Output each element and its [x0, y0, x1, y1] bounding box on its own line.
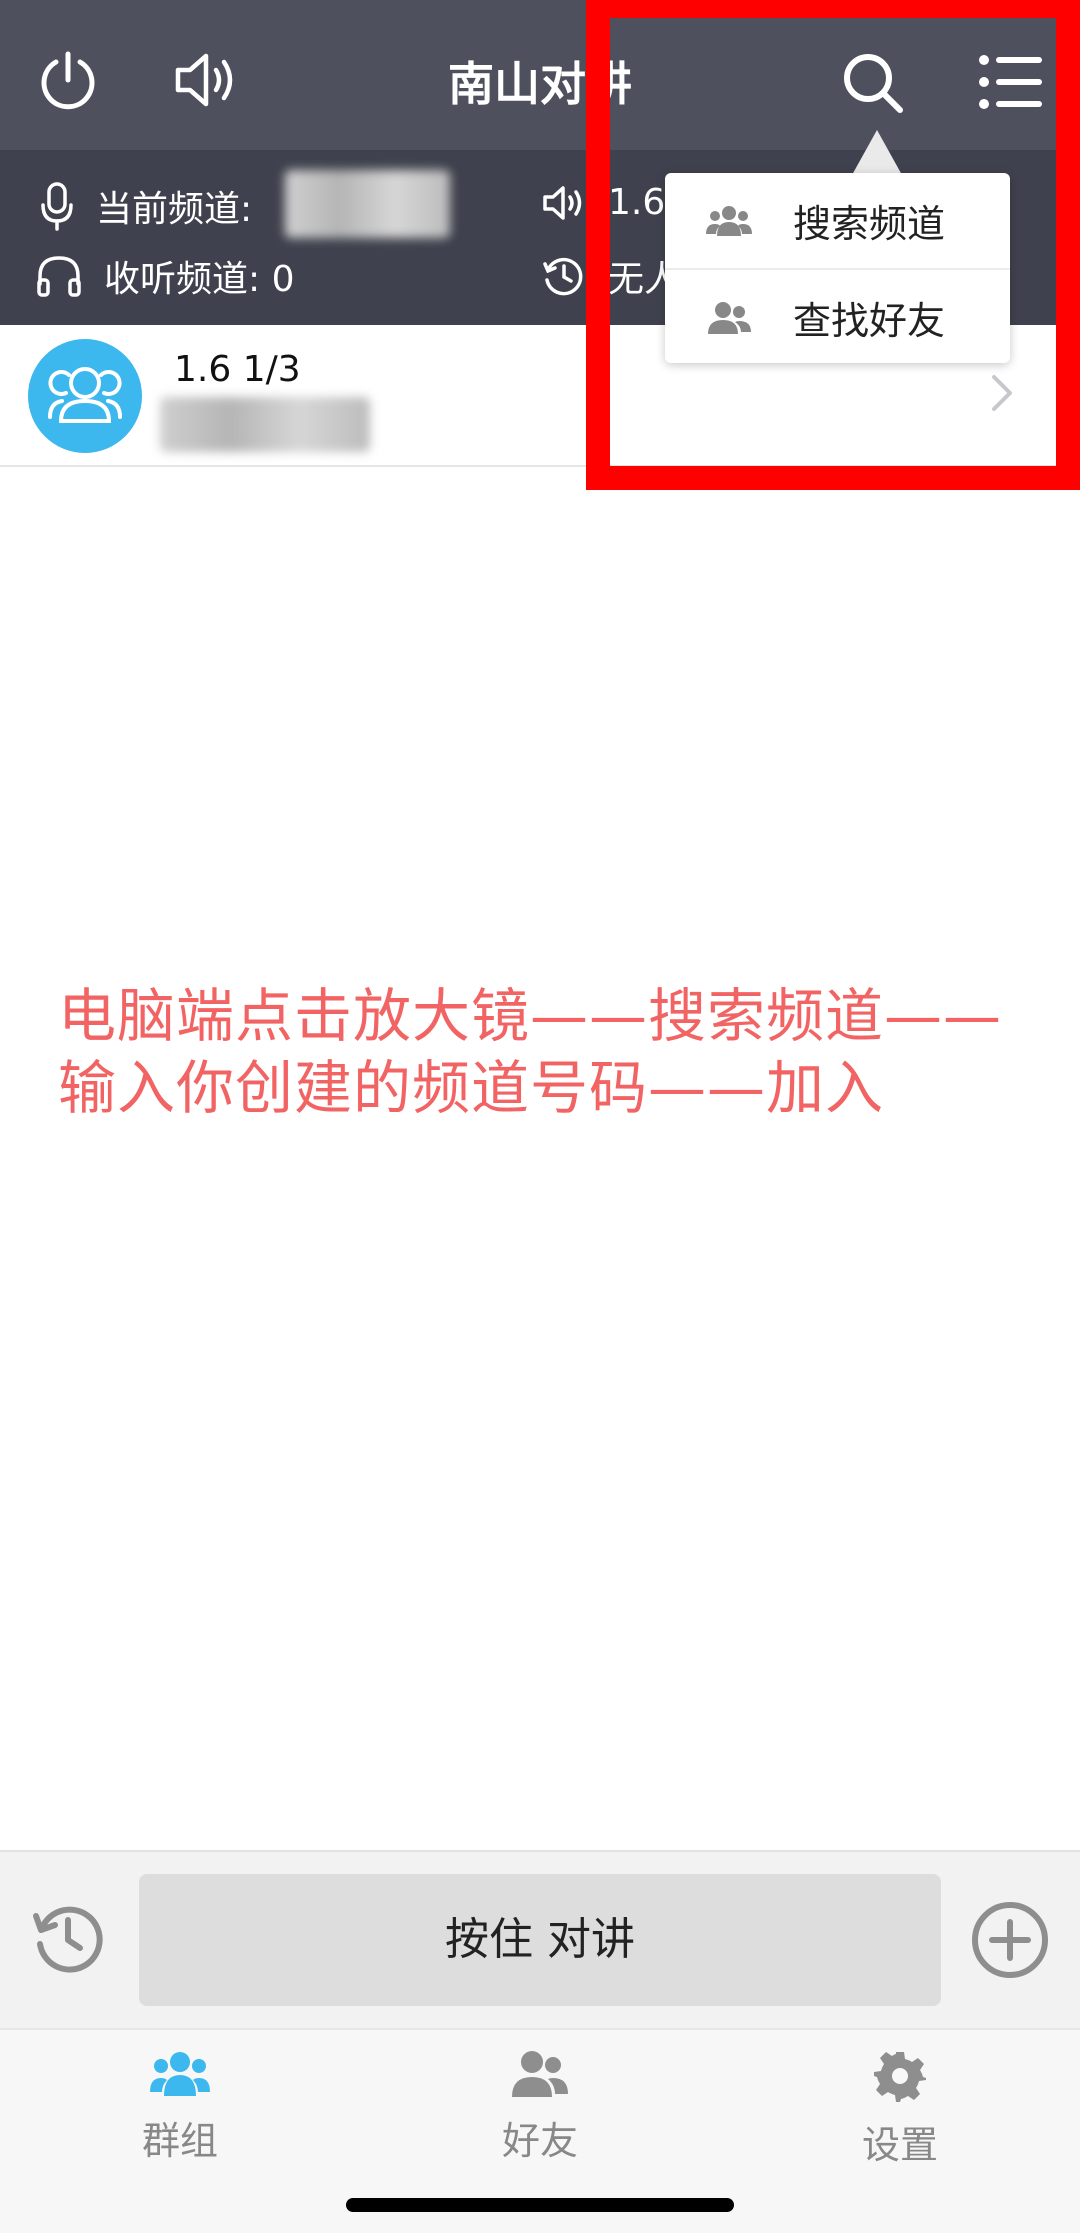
search-icon[interactable] [840, 50, 906, 120]
history-status-row: 无人 [542, 250, 680, 302]
tab-label: 好友 [501, 2119, 578, 2163]
channel-name: 1.6 1/3 [174, 349, 301, 390]
push-to-talk-button[interactable]: 按住 对讲 [139, 1874, 941, 2006]
popup-arrow [852, 130, 902, 175]
page-title: 南山对讲 [448, 57, 632, 111]
history-icon[interactable] [30, 1900, 106, 1980]
listen-channel-row: 收听频道: 0 [36, 250, 294, 302]
microphone-icon [41, 182, 73, 231]
listen-channel-label: 收听频道: 0 [104, 259, 295, 300]
speaker-status-row: 1.6 [542, 182, 665, 223]
menu-item-find-friend[interactable]: 查找好友 [665, 270, 1010, 365]
current-channel-label: 当前频道: [96, 189, 253, 230]
speaker-value: 1.6 [608, 182, 666, 223]
tab-label: 设置 [861, 2123, 938, 2167]
push-to-talk-bar: 按住 对讲 [0, 1850, 1080, 2028]
clock-icon [543, 257, 583, 296]
group-tab-icon [150, 2052, 210, 2096]
avatar [28, 339, 142, 453]
tab-settings[interactable]: 设置 [800, 2050, 1000, 2169]
group-icon [706, 205, 752, 236]
menu-item-label: 搜索频道 [793, 202, 946, 246]
speaker-small-icon [543, 185, 582, 220]
tab-label: 群组 [141, 2119, 218, 2163]
tab-friends[interactable]: 好友 [440, 2050, 640, 2165]
top-bar: 南山对讲 [0, 0, 1080, 150]
menu-item-label: 查找好友 [793, 299, 946, 343]
friends-icon [708, 301, 751, 334]
home-indicator [346, 2198, 734, 2212]
tab-groups[interactable]: 群组 [80, 2050, 280, 2165]
menu-item-search-channel[interactable]: 搜索频道 [665, 173, 1010, 268]
gear-icon [874, 2052, 926, 2102]
redacted-channel-name [285, 170, 450, 238]
headphones-icon [37, 256, 81, 297]
instruction-annotation: 电脑端点击放大镜——搜索频道——输入你创建的频道号码——加入 [58, 982, 1003, 1122]
add-icon[interactable] [970, 1900, 1050, 1984]
friends-tab-icon [512, 2051, 568, 2097]
dropdown-menu: 搜索频道 查找好友 [665, 173, 1010, 363]
current-channel-row: 当前频道: [40, 180, 252, 232]
chevron-right-icon [992, 375, 1012, 411]
group-avatar-icon [48, 367, 122, 423]
redacted-channel-detail [160, 397, 370, 452]
menu-list-icon[interactable] [978, 54, 1044, 114]
